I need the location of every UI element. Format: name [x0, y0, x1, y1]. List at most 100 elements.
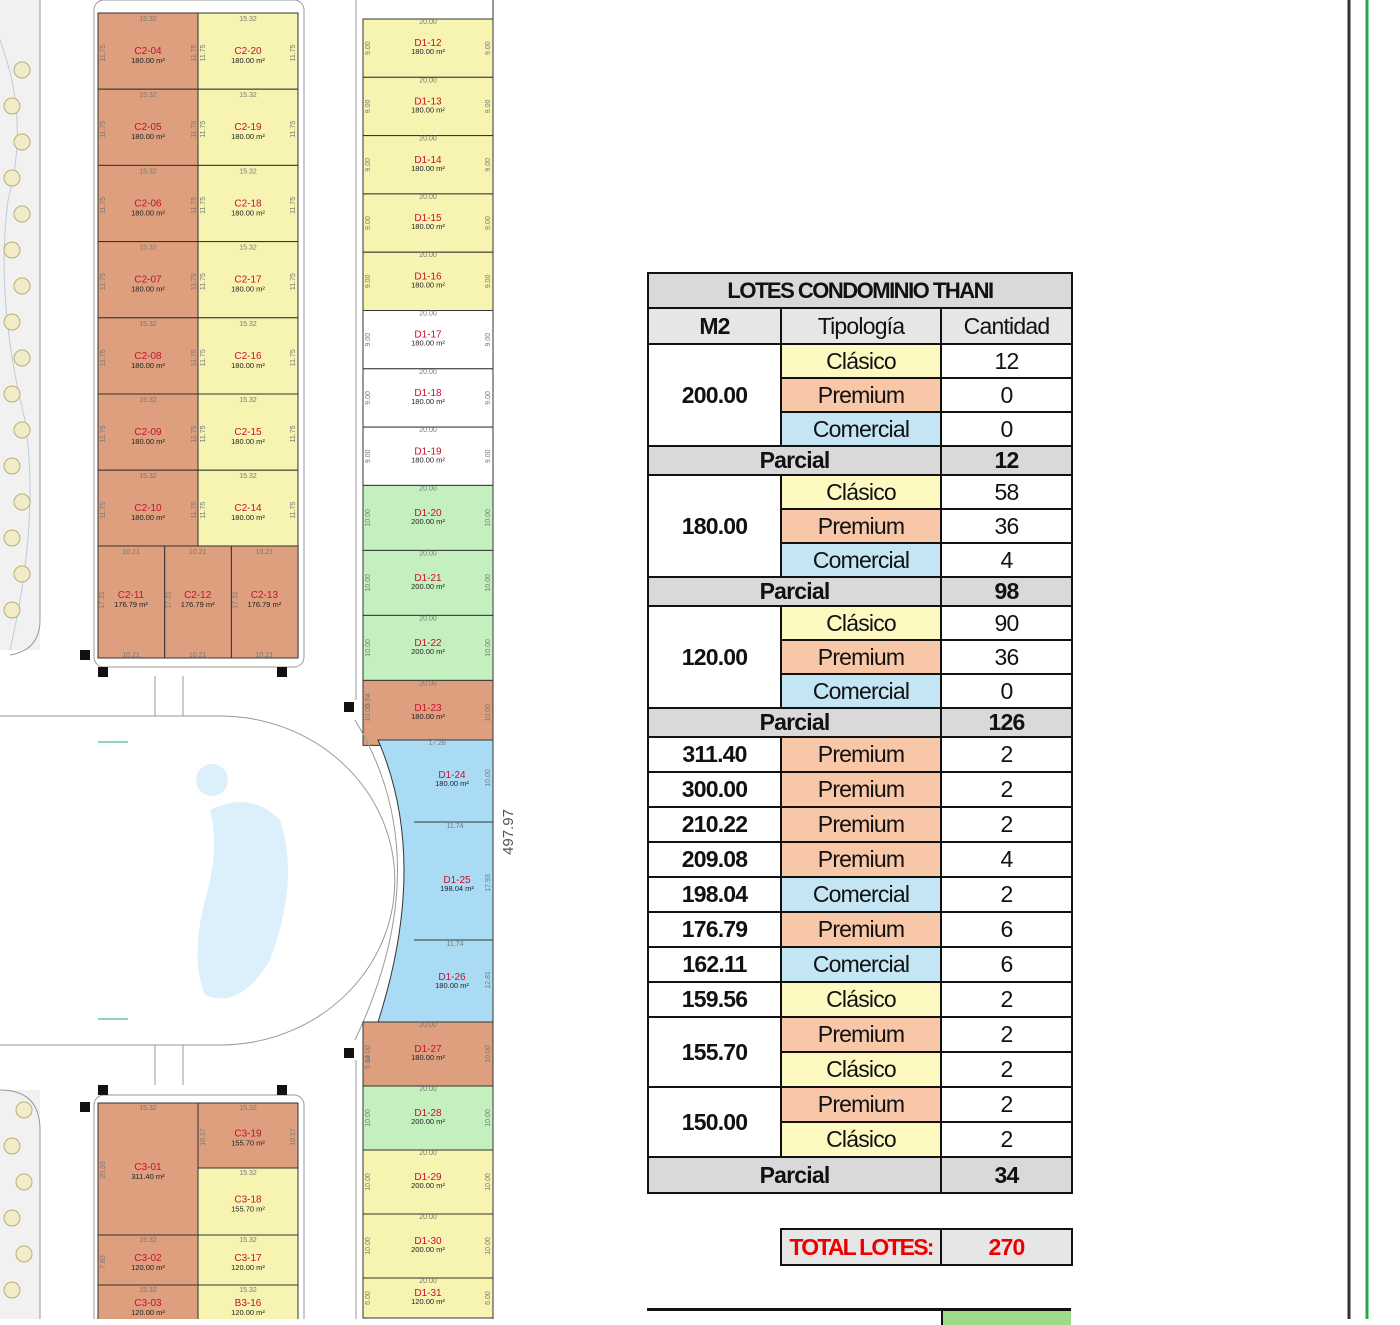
dim-height: 9.00	[485, 158, 492, 172]
dim-width: 15.32	[239, 1170, 257, 1177]
post-marker	[98, 1085, 108, 1095]
dim-width: 11.74	[447, 941, 464, 948]
parcial-value: 126	[939, 707, 1074, 738]
single-row: 159.56 Clásico 2	[647, 981, 1074, 1018]
header-m2: M2	[647, 307, 782, 345]
dim-height: 17.31	[232, 591, 239, 609]
single-row: 176.79 Premium 6	[647, 911, 1074, 948]
tipologia-cell: Clásico	[780, 343, 942, 379]
header-tipologia: Tipología	[780, 307, 942, 345]
lot-area: 180.00 m²	[411, 105, 445, 114]
lot-area: 180.00 m²	[411, 455, 445, 464]
tipologia-cell: Premium	[780, 911, 942, 948]
dim-width: 20.00	[419, 550, 437, 557]
cantidad-cell: 2	[939, 771, 1074, 808]
lot-area: 176.79 m²	[248, 600, 282, 609]
lot-area: 120.00 m²	[131, 1308, 165, 1317]
cantidad-cell: 2	[939, 1051, 1074, 1088]
dim-height: 11.75	[100, 197, 107, 214]
dim-height: 11.75	[200, 273, 207, 290]
lot-area: 180.00 m²	[231, 513, 265, 522]
dim-height: 10.00	[485, 1045, 492, 1063]
tree-icon	[13, 565, 31, 583]
dim-width: 15.32	[239, 321, 257, 328]
cantidad-cell: 4	[939, 542, 1074, 578]
m2-value: 159.56	[647, 981, 782, 1018]
dim-height: 9.00	[485, 449, 492, 463]
lot-area: 180.00 m²	[435, 779, 469, 788]
dim-height: 10.00	[365, 1109, 372, 1127]
dim-height: 17.31	[99, 591, 106, 609]
dim-width: 15.32	[139, 1105, 157, 1112]
lot-area: 120.00 m²	[131, 1263, 165, 1272]
dim-height: 10.00	[365, 1237, 372, 1255]
tree-icon	[3, 529, 21, 547]
tipologia-cell: Clásico	[780, 474, 942, 510]
lot-area: 180.00 m²	[131, 208, 165, 217]
post-marker	[344, 702, 354, 712]
cantidad-cell: 4	[939, 841, 1074, 878]
pair-row: 150.00 Premium 2	[647, 1086, 1074, 1158]
dim-width: 20.00	[419, 194, 437, 201]
extra-table-row	[647, 1308, 1071, 1325]
m2-value: 180.00	[647, 474, 782, 578]
dim-height: 11.75	[100, 273, 107, 290]
total-value: 270	[939, 1228, 1074, 1266]
dim-height: 10.00	[485, 639, 492, 657]
group-row: 200.00 Clásico 12	[647, 343, 1074, 447]
tree-icon	[15, 1101, 33, 1119]
m2-value: 311.40	[647, 736, 782, 773]
dim-height: 11.75	[100, 502, 107, 519]
dim-height: 9.00	[365, 391, 372, 405]
dim-width: 20.00	[419, 1086, 437, 1093]
parcial-value: 34	[939, 1156, 1074, 1194]
lot-area: 180.00 m²	[411, 222, 445, 231]
dim-height: 10.00	[485, 1237, 492, 1255]
cantidad-cell: 6	[939, 911, 1074, 948]
lot-area: 200.00 m²	[411, 1181, 445, 1190]
dim-width: 20.00	[419, 680, 437, 687]
parcial-row: Parcial 98	[647, 576, 1074, 607]
dim-width: 10.21	[122, 652, 140, 659]
lot-area: 180.00 m²	[231, 437, 265, 446]
dim-height: 10.00	[485, 509, 492, 527]
parcial-row: Parcial 126	[647, 707, 1074, 738]
cantidad-cell: 58	[939, 474, 1074, 510]
tree-icon	[15, 1173, 33, 1191]
gap-row	[648, 1193, 1073, 1229]
parcial-label: Parcial	[647, 707, 942, 738]
parcial-value: 12	[939, 445, 1074, 476]
dim-height: 9.00	[485, 216, 492, 230]
single-row: 300.00 Premium 2	[647, 771, 1074, 808]
cantidad-cell: 36	[939, 639, 1074, 675]
dim-height: 20.33	[100, 1161, 107, 1179]
dim-height: 10.17	[200, 1128, 207, 1146]
dim-width: 15.32	[139, 321, 157, 328]
parcial-final-row: Parcial 34	[647, 1156, 1074, 1194]
tree-icon	[3, 241, 21, 259]
header-cantidad: Cantidad	[939, 307, 1074, 345]
cantidad-cell: 2	[939, 981, 1074, 1018]
dim-height: 11.75	[290, 425, 297, 442]
lot-area: 180.00 m²	[231, 285, 265, 294]
dim-height: 7.83	[100, 1255, 107, 1269]
dim-height: 6.00	[365, 1291, 372, 1305]
lot-area: 200.00 m²	[411, 647, 445, 656]
dim-height: 11.75	[100, 44, 107, 61]
dim-height: 10.00	[485, 1173, 492, 1191]
dim-height: 11.75	[290, 44, 297, 61]
tree-icon	[13, 493, 31, 511]
m2-value: 176.79	[647, 911, 782, 948]
dim-height: 9.00	[485, 100, 492, 114]
tipologia-cell: Comercial	[780, 542, 942, 578]
tipologia-cell: Clásico	[780, 605, 942, 641]
tree-icon	[13, 61, 31, 79]
dim-height: 11.75	[200, 121, 207, 138]
dim-height: 10.00	[365, 509, 372, 527]
m2-value: 162.11	[647, 946, 782, 983]
cantidad-cell: 2	[939, 806, 1074, 843]
cantidad-cell: 2	[939, 876, 1074, 913]
pond-small	[196, 764, 228, 796]
tree-icon	[13, 205, 31, 223]
dim-width: 15.32	[239, 16, 257, 23]
